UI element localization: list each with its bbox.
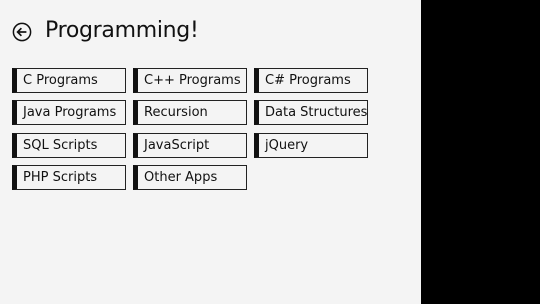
tile-php-scripts[interactable]: PHP Scripts (12, 165, 126, 190)
tile-label: jQuery (265, 138, 309, 153)
tile-other-apps[interactable]: Other Apps (133, 165, 247, 190)
app-page: Programming! C Programs C++ Programs C# … (0, 0, 421, 304)
tile-label: C Programs (23, 73, 98, 88)
tile-javascript[interactable]: JavaScript (133, 133, 247, 158)
tile-sql-scripts[interactable]: SQL Scripts (12, 133, 126, 158)
tile-c-programs[interactable]: C Programs (12, 68, 126, 93)
side-pane (421, 0, 540, 304)
tile-recursion[interactable]: Recursion (133, 100, 247, 125)
tile-java-programs[interactable]: Java Programs (12, 100, 126, 125)
tile-label: Java Programs (23, 105, 117, 120)
tile-csharp-programs[interactable]: C# Programs (254, 68, 368, 93)
tile-cpp-programs[interactable]: C++ Programs (133, 68, 247, 93)
page-title: Programming! (45, 18, 199, 43)
tile-label: SQL Scripts (23, 138, 98, 153)
tile-label: JavaScript (144, 138, 210, 153)
tile-data-structures[interactable]: Data Structures (254, 100, 368, 125)
tile-label: Recursion (144, 105, 208, 120)
back-button[interactable] (12, 22, 32, 42)
tile-label: C# Programs (265, 73, 351, 88)
back-arrow-circle-icon (12, 22, 32, 42)
tile-jquery[interactable]: jQuery (254, 133, 368, 158)
tile-label: PHP Scripts (23, 170, 98, 185)
tile-label: Other Apps (144, 170, 218, 185)
tile-label: C++ Programs (144, 73, 241, 88)
tile-label: Data Structures (265, 105, 368, 120)
